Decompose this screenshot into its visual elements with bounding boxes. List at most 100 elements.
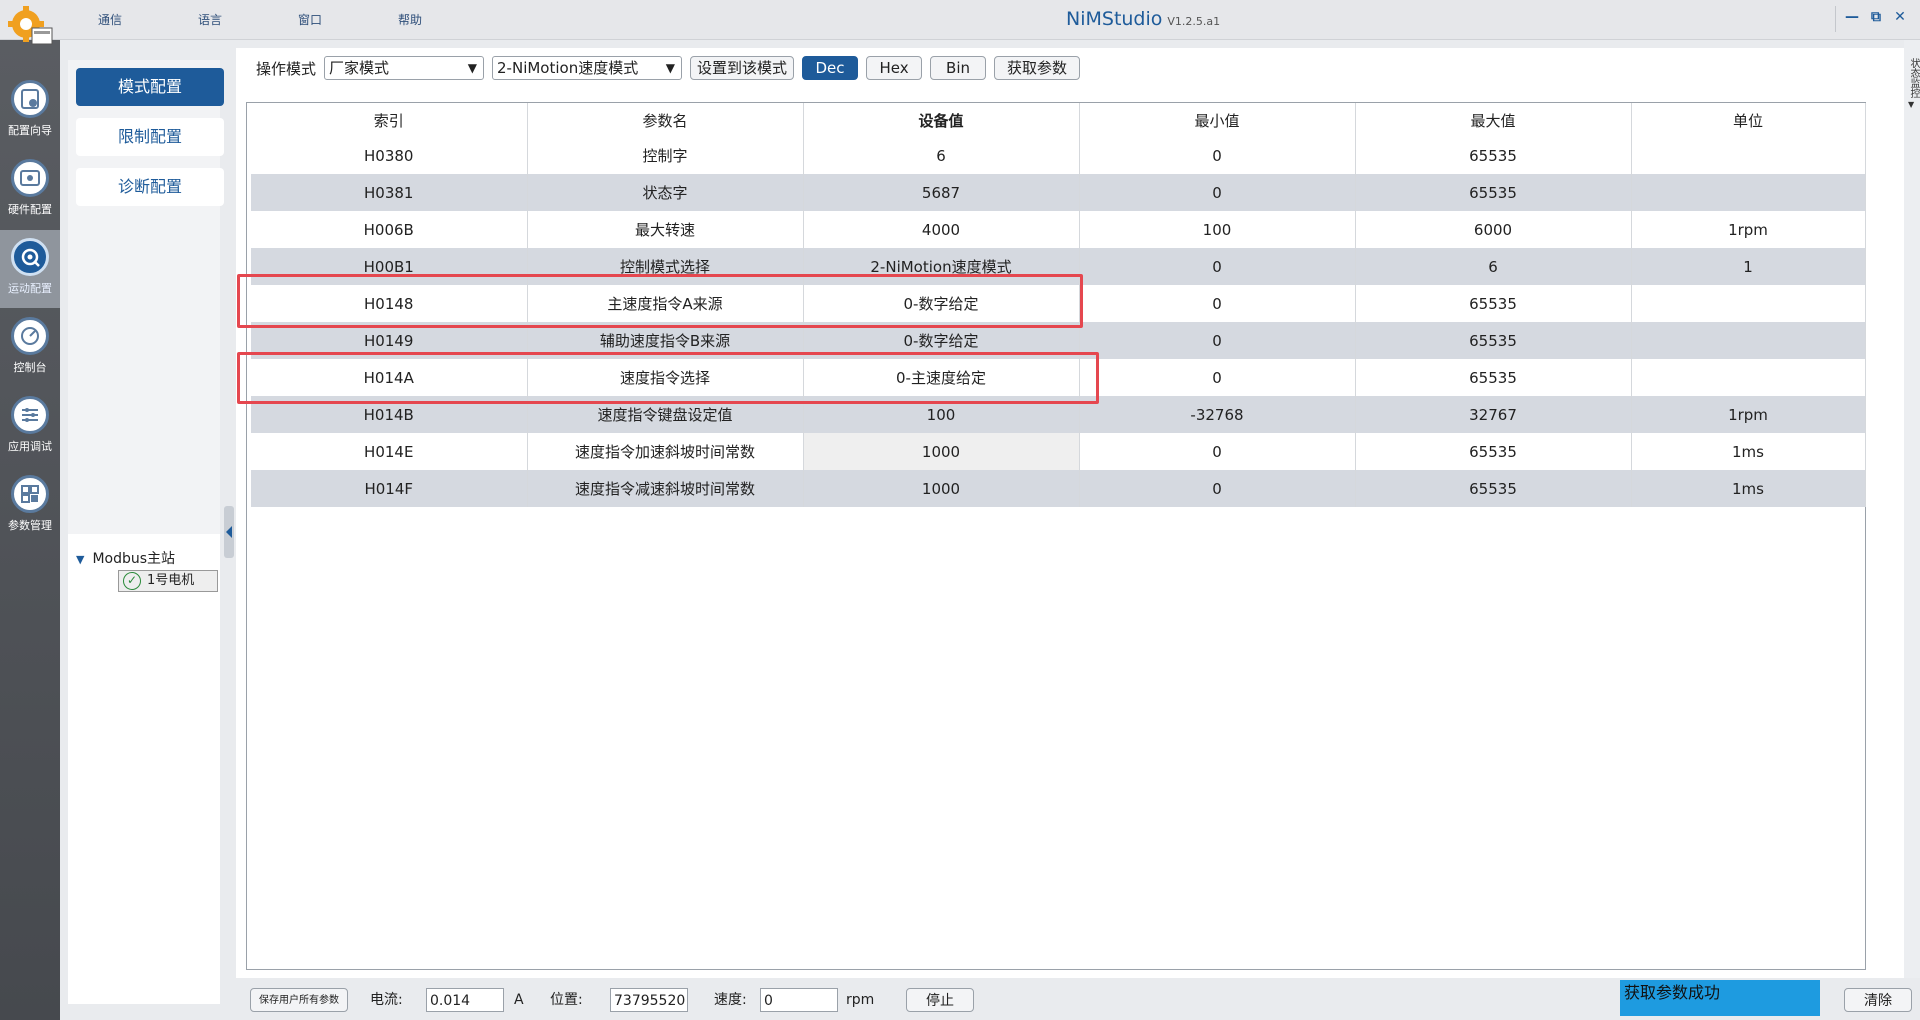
cell-device-value[interactable]: 6 <box>803 137 1080 174</box>
connected-check-icon: ✓ <box>123 572 141 590</box>
current-field[interactable]: 0.014 <box>426 988 504 1012</box>
menu-window[interactable]: 窗口 <box>260 0 360 40</box>
cell-min: 0 <box>1079 137 1356 174</box>
cell-index: H006B <box>251 211 528 248</box>
header-device-value[interactable]: 设备值 <box>803 103 1080 137</box>
rail-item-config-wizard[interactable]: 配置向导 <box>0 72 60 150</box>
table-row[interactable]: H014F 速度指令减速斜坡时间常数 1000 0 65535 1ms <box>251 470 1866 507</box>
header-index[interactable]: 索引 <box>251 103 528 137</box>
cell-min: 100 <box>1079 211 1356 248</box>
mode-config-button[interactable]: 模式配置 <box>76 68 224 106</box>
app-debug-icon <box>11 396 49 434</box>
rail-item-motion-config[interactable]: 运动配置 <box>0 230 60 308</box>
chevron-down-icon: ▼ <box>1908 100 1915 109</box>
rail-item-hardware-config[interactable]: 硬件配置 <box>0 151 60 229</box>
cell-unit <box>1631 137 1866 174</box>
operation-mode-select[interactable]: 厂家模式 ▼ <box>324 56 485 80</box>
dropdown-arrow-icon: ▼ <box>665 61 676 75</box>
stop-button[interactable]: 停止 <box>906 988 974 1012</box>
highlight-box-h014a <box>237 352 1099 404</box>
bin-radio-button[interactable]: Bin <box>930 56 987 80</box>
menu-help[interactable]: 帮助 <box>360 0 460 40</box>
cell-max: 65535 <box>1355 285 1632 322</box>
rail-label: 配置向导 <box>8 124 52 137</box>
limit-config-button[interactable]: 限制配置 <box>76 118 224 156</box>
rail-label: 运动配置 <box>8 282 52 295</box>
cell-unit <box>1631 174 1866 211</box>
cell-max: 65535 <box>1355 137 1632 174</box>
expand-triangle-icon[interactable]: ▼ <box>76 553 84 566</box>
menu-communication[interactable]: 通信 <box>60 0 160 40</box>
speed-unit: rpm <box>846 992 875 1008</box>
current-unit: A <box>514 992 524 1008</box>
cell-unit: 1ms <box>1631 470 1866 507</box>
tree-root-modbus[interactable]: ▼ Modbus主站 <box>76 548 175 568</box>
cell-unit: 1rpm <box>1631 211 1866 248</box>
status-message: 获取参数成功 <box>1620 980 1820 1016</box>
cell-index: H014F <box>251 470 528 507</box>
table-header-row: 索引 参数名 设备值 最小值 最大值 单位 <box>251 103 1866 137</box>
dropdown-arrow-icon: ▼ <box>467 61 478 75</box>
cell-device-value[interactable]: 4000 <box>803 211 1080 248</box>
config-panel: 模式配置 限制配置 诊断配置 ▼ Modbus主站 ✓ 1号电机 <box>60 40 228 1020</box>
motion-mode-select[interactable]: 2-NiMotion速度模式 ▼ <box>492 56 683 80</box>
table-row[interactable]: H0381 状态字 5687 0 65535 <box>251 174 1866 211</box>
status-monitor-label: 状态监控 <box>1908 58 1919 98</box>
header-min[interactable]: 最小值 <box>1079 103 1356 137</box>
restore-icon[interactable]: ⧉ <box>1866 8 1886 28</box>
rail-item-param-manage[interactable]: 参数管理 <box>0 467 60 545</box>
table-row[interactable]: H0380 控制字 6 0 65535 <box>251 137 1866 174</box>
hex-radio-button[interactable]: Hex <box>866 56 923 80</box>
header-max[interactable]: 最大值 <box>1355 103 1632 137</box>
param-manage-icon <box>11 475 49 513</box>
status-monitor-strip[interactable]: 状态监控 ▼ <box>1904 40 1920 980</box>
cell-device-value[interactable]: 1000 <box>803 470 1080 507</box>
clear-button[interactable]: 清除 <box>1844 988 1912 1012</box>
cell-unit <box>1631 359 1866 396</box>
diagnostic-config-button[interactable]: 诊断配置 <box>76 168 224 206</box>
rail-item-app-debug[interactable]: 应用调试 <box>0 388 60 466</box>
cell-index: H014E <box>251 433 528 470</box>
menu-language[interactable]: 语言 <box>160 0 260 40</box>
cell-device-value[interactable]: 1000 <box>803 433 1080 470</box>
header-unit[interactable]: 单位 <box>1631 103 1866 137</box>
table-row[interactable]: H014E 速度指令加速斜坡时间常数 1000 0 65535 1ms <box>251 433 1866 470</box>
collapse-panel-handle[interactable] <box>224 506 234 558</box>
speed-field[interactable]: 0 <box>760 988 838 1012</box>
device-tree: ▼ Modbus主站 ✓ 1号电机 <box>68 534 220 1004</box>
bottom-bar: 保存用户所有参数 电流: 0.014 A 位置: 73795520 速度: 0 … <box>236 978 1920 1020</box>
operation-mode-label: 操作模式 <box>256 59 317 78</box>
cell-param-name: 速度指令减速斜坡时间常数 <box>527 470 804 507</box>
position-field[interactable]: 73795520 <box>610 988 688 1012</box>
app-version: V1.2.5.a1 <box>1167 15 1221 28</box>
console-gauge-icon <box>11 317 49 355</box>
cell-max: 65535 <box>1355 470 1632 507</box>
tree-item-motor-1[interactable]: ✓ 1号电机 <box>118 570 218 592</box>
config-wizard-icon <box>11 80 49 118</box>
dec-radio-button[interactable]: Dec <box>802 56 859 80</box>
rail-label: 硬件配置 <box>8 203 52 216</box>
motion-config-icon <box>11 238 49 276</box>
cell-max: 6 <box>1355 248 1632 285</box>
cell-unit: 1 <box>1631 248 1866 285</box>
cell-min: 0 <box>1079 433 1356 470</box>
table-row[interactable]: H006B 最大转速 4000 100 6000 1rpm <box>251 211 1866 248</box>
config-button-group: 模式配置 限制配置 诊断配置 <box>68 60 224 544</box>
cell-param-name: 状态字 <box>527 174 804 211</box>
fetch-params-button[interactable]: 获取参数 <box>994 56 1081 80</box>
cell-param-name: 速度指令加速斜坡时间常数 <box>527 433 804 470</box>
current-label: 电流: <box>370 992 403 1008</box>
rail-item-console[interactable]: 控制台 <box>0 309 60 387</box>
cell-max: 65535 <box>1355 433 1632 470</box>
main-content: 操作模式 厂家模式 ▼ 2-NiMotion速度模式 ▼ 设置到该模式 Dec He… <box>236 48 1904 978</box>
save-all-params-button[interactable]: 保存用户所有参数 <box>250 988 348 1012</box>
minimize-icon[interactable]: — <box>1842 8 1862 28</box>
cell-max: 65535 <box>1355 174 1632 211</box>
close-icon[interactable]: ✕ <box>1890 8 1910 28</box>
header-param-name[interactable]: 参数名 <box>527 103 804 137</box>
title-divider <box>1835 6 1836 32</box>
position-label: 位置: <box>550 992 583 1008</box>
cell-unit: 1rpm <box>1631 396 1866 433</box>
cell-device-value[interactable]: 5687 <box>803 174 1080 211</box>
set-mode-button[interactable]: 设置到该模式 <box>690 56 795 80</box>
